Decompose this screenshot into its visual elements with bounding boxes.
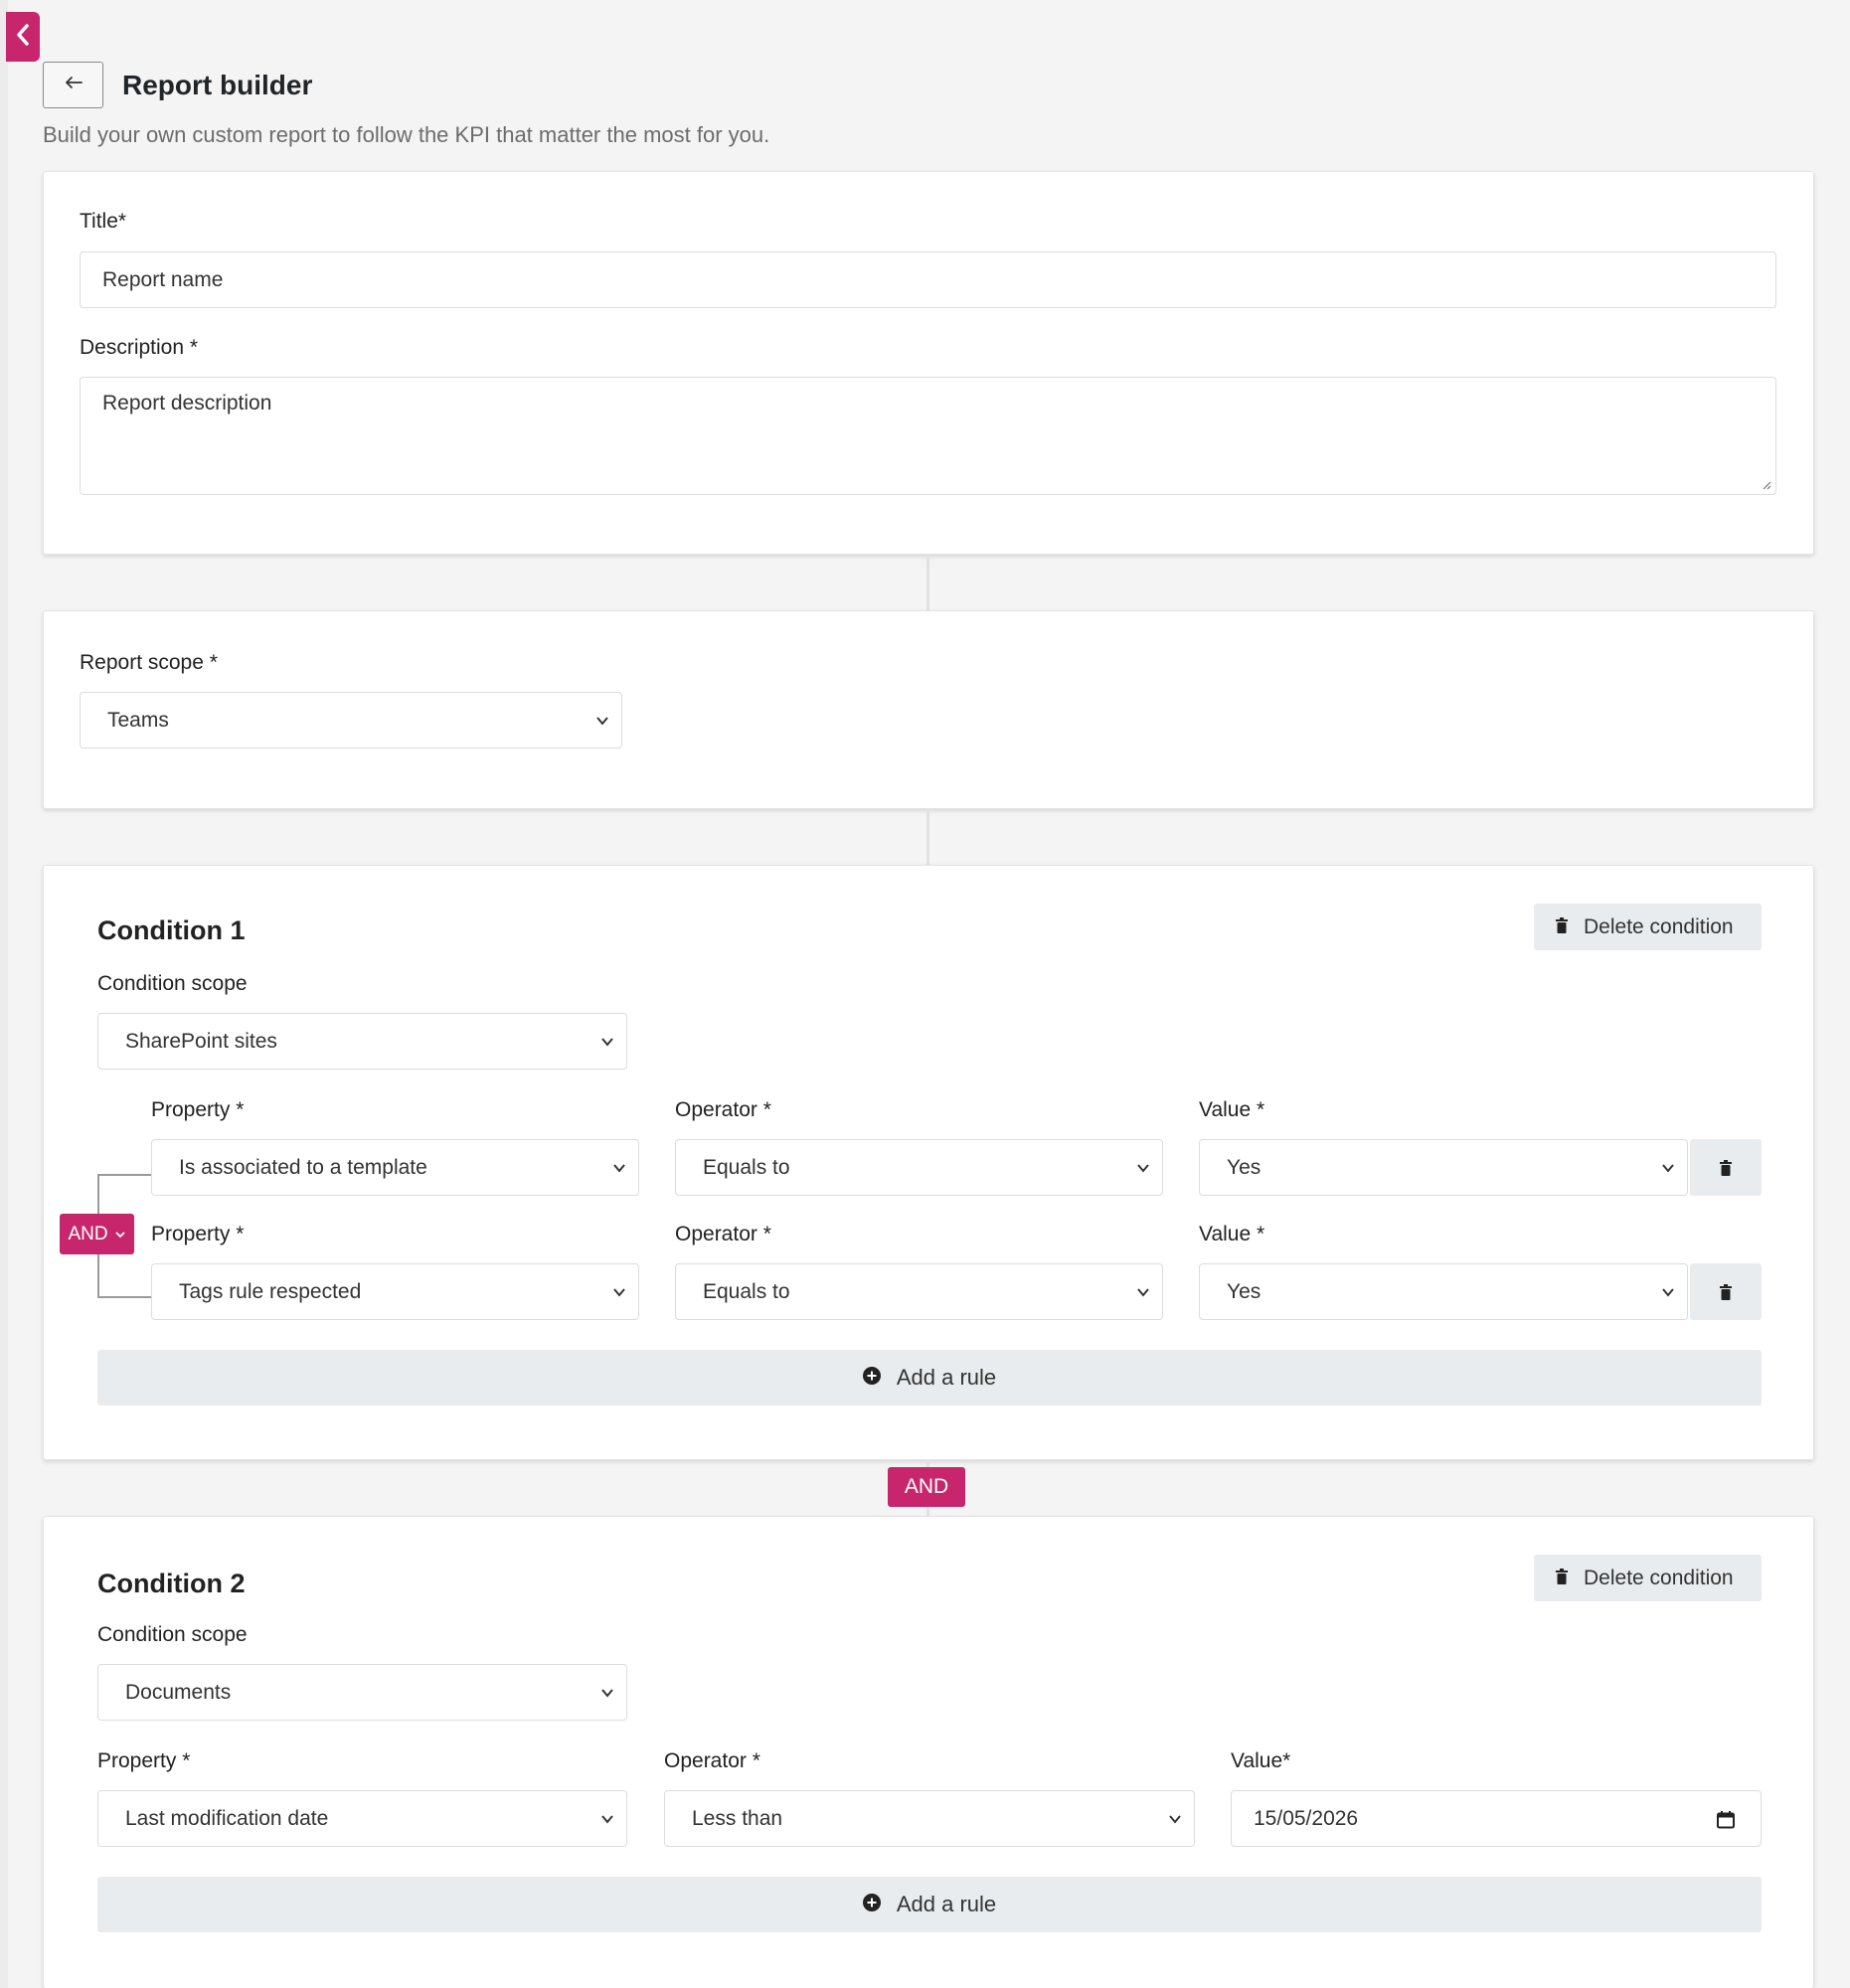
chevron-down-icon — [1137, 1163, 1149, 1173]
condition-2-scope-select[interactable]: Documents — [97, 1664, 627, 1721]
title-placeholder: Report name — [102, 267, 224, 291]
condition-scope-label: Condition scope — [97, 972, 248, 995]
rule-operator-value: Equals to — [703, 1279, 790, 1303]
connector-line — [926, 809, 929, 865]
rule-value-select[interactable]: Yes — [1199, 1263, 1688, 1320]
delete-condition-1-button[interactable]: Delete condition — [1534, 904, 1762, 950]
title-label: Title* — [80, 210, 127, 233]
rule-group-bracket — [97, 1296, 151, 1298]
rule-operator-value: Equals to — [703, 1155, 790, 1179]
property-label: Property * — [151, 1223, 245, 1245]
page-title: Report builder — [122, 69, 313, 100]
trash-icon — [1556, 1567, 1568, 1590]
page-header: Report builder — [43, 62, 312, 108]
chevron-down-icon — [613, 1163, 625, 1173]
rule-value-select[interactable]: Yes — [1199, 1139, 1688, 1196]
rule-operator-select[interactable]: Equals to — [675, 1139, 1163, 1196]
general-card: Title* Report name Description * Report … — [43, 171, 1814, 555]
collapse-sidebar-button[interactable] — [6, 12, 40, 62]
description-label: Description * — [80, 336, 199, 359]
chevron-down-icon — [601, 1814, 613, 1824]
chevron-down-icon — [601, 1037, 613, 1047]
chevron-down-icon — [114, 1231, 125, 1238]
rule-property-value: Tags rule respected — [179, 1279, 362, 1303]
rule-operator-value: Less than — [692, 1806, 783, 1830]
delete-condition-label: Delete condition — [1584, 914, 1734, 938]
chevron-down-icon — [596, 716, 608, 726]
plus-circle-icon — [862, 1365, 881, 1391]
condition-1-title: Condition 1 — [97, 915, 246, 945]
property-label: Property * — [97, 1749, 191, 1772]
chevron-down-icon — [1169, 1814, 1181, 1824]
connector-line — [926, 555, 929, 610]
plus-circle-icon — [862, 1892, 881, 1917]
chevron-down-icon — [601, 1688, 613, 1698]
report-scope-label: Report scope * — [80, 651, 218, 674]
conditions-joiner-label: AND — [904, 1475, 949, 1498]
calendar-icon[interactable] — [1717, 1811, 1735, 1829]
delete-condition-label: Delete condition — [1584, 1566, 1734, 1589]
conditions-joiner-badge: AND — [888, 1467, 965, 1507]
condition-2-title: Condition 2 — [97, 1569, 246, 1598]
add-rule-label: Add a rule — [896, 1365, 997, 1390]
delete-rule-button[interactable] — [1690, 1263, 1762, 1320]
add-rule-label: Add a rule — [896, 1892, 997, 1916]
add-rule-button[interactable]: Add a rule — [97, 1350, 1762, 1406]
delete-condition-2-button[interactable]: Delete condition — [1534, 1555, 1762, 1601]
rule-group-bracket — [97, 1174, 151, 1176]
rule-operator-select[interactable]: Equals to — [675, 1263, 1163, 1320]
value-label: Value* — [1231, 1749, 1291, 1772]
back-button[interactable] — [43, 62, 103, 108]
report-scope-select[interactable]: Teams — [80, 692, 622, 748]
rule-property-select[interactable]: Last modification date — [97, 1790, 627, 1847]
rule-property-select[interactable]: Tags rule respected — [151, 1263, 639, 1320]
operator-label: Operator * — [664, 1749, 760, 1772]
condition-scope-value: SharePoint sites — [125, 1029, 277, 1053]
rule-logic-dropdown[interactable]: AND — [60, 1214, 134, 1254]
delete-rule-button[interactable] — [1690, 1139, 1762, 1196]
operator-label: Operator * — [675, 1223, 771, 1245]
rule-value-value: Yes — [1227, 1279, 1261, 1303]
add-rule-button[interactable]: Add a rule — [97, 1877, 1762, 1932]
condition-2-card: Condition 2 Delete condition Condition s… — [43, 1516, 1814, 1988]
rule-value-date: 15/05/2026 — [1254, 1806, 1359, 1830]
condition-scope-value: Documents — [125, 1680, 232, 1704]
rule-property-select[interactable]: Is associated to a template — [151, 1139, 639, 1196]
title-input[interactable]: Report name — [80, 251, 1776, 308]
value-label: Value * — [1199, 1098, 1265, 1121]
operator-label: Operator * — [675, 1098, 771, 1121]
property-label: Property * — [151, 1098, 245, 1121]
rule-property-value: Last modification date — [125, 1806, 329, 1830]
rule-property-value: Is associated to a template — [179, 1155, 427, 1179]
rule-value-date-input[interactable]: 15/05/2026 — [1231, 1790, 1762, 1847]
report-scope-card: Report scope * Teams — [43, 610, 1814, 809]
value-label: Value * — [1199, 1223, 1265, 1245]
rule-logic-value: AND — [68, 1223, 108, 1244]
description-textarea[interactable]: Report description — [80, 377, 1776, 495]
description-placeholder: Report description — [102, 392, 272, 414]
condition-1-scope-select[interactable]: SharePoint sites — [97, 1013, 627, 1070]
trash-icon — [1720, 1159, 1732, 1176]
side-strip — [0, 0, 8, 1988]
chevron-down-icon — [1662, 1287, 1674, 1297]
condition-1-card: Condition 1 Delete condition Condition s… — [43, 865, 1814, 1460]
condition-scope-label: Condition scope — [97, 1623, 248, 1646]
chevron-down-icon — [1137, 1287, 1149, 1297]
chevron-left-icon — [15, 23, 31, 52]
trash-icon — [1556, 915, 1568, 939]
rule-operator-select[interactable]: Less than — [664, 1790, 1195, 1847]
chevron-down-icon — [613, 1287, 625, 1297]
page-subtitle: Build your own custom report to follow t… — [43, 122, 770, 147]
resize-handle-icon[interactable] — [1762, 480, 1771, 490]
report-scope-value: Teams — [107, 708, 169, 732]
chevron-down-icon — [1662, 1163, 1674, 1173]
trash-icon — [1720, 1283, 1732, 1300]
arrow-left-icon — [65, 76, 83, 94]
rule-value-value: Yes — [1227, 1155, 1261, 1179]
